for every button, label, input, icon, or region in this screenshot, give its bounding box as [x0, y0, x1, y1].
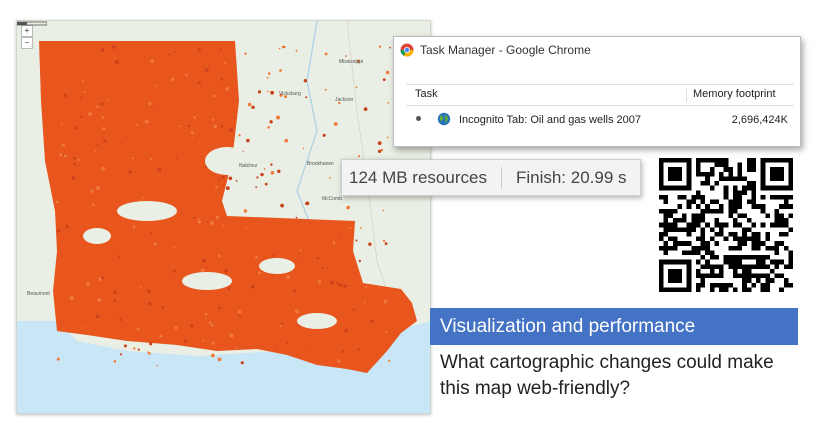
- map-canvas: [17, 21, 430, 413]
- finish-time: Finish: 20.99 s: [515, 167, 627, 187]
- qr-code[interactable]: [659, 158, 793, 292]
- city-label: Natchez: [239, 163, 258, 169]
- city-label: Jackson: [335, 97, 354, 103]
- city-label: Beaumont: [27, 291, 50, 297]
- louisiana-well-cluster: [39, 41, 417, 373]
- city-label: Brookhaven: [307, 161, 334, 167]
- task-name: Incognito Tab: Oil and gas wells 2007: [459, 114, 642, 126]
- column-header-task[interactable]: Task: [415, 88, 438, 100]
- task-manager-title: Task Manager - Google Chrome: [420, 43, 591, 57]
- table-row[interactable]: Incognito Tab: Oil and gas wells 2007 2,…: [406, 110, 794, 130]
- well-map[interactable]: Mississippi Vicksburg Jackson Natchez Br…: [16, 20, 431, 414]
- memory-value: 2,696,424K: [731, 114, 788, 126]
- zoom-in-button[interactable]: +: [21, 25, 33, 37]
- city-label: McComb: [322, 196, 343, 202]
- city-label: Vicksburg: [279, 91, 301, 97]
- section-heading: Visualization and performance: [430, 308, 798, 345]
- resources-size: 124 MB resources: [349, 167, 487, 187]
- scale-bar: [17, 21, 47, 26]
- discussion-question: What cartographic changes could make thi…: [440, 352, 774, 399]
- task-table-header: Task Memory footprint: [406, 84, 794, 106]
- row-bullet-icon: [416, 116, 421, 121]
- task-manager-titlebar[interactable]: Task Manager - Google Chrome: [394, 37, 800, 63]
- chrome-icon: [400, 43, 414, 57]
- task-manager-window: Task Manager - Google Chrome Task Memory…: [393, 36, 801, 147]
- zoom-out-button[interactable]: −: [21, 37, 33, 49]
- network-summary-bar: 124 MB resources Finish: 20.99 s: [341, 159, 641, 196]
- column-header-memory[interactable]: Memory footprint: [686, 88, 776, 102]
- divider: [500, 166, 502, 189]
- city-label: Mississippi: [339, 59, 364, 65]
- globe-icon: [437, 112, 451, 126]
